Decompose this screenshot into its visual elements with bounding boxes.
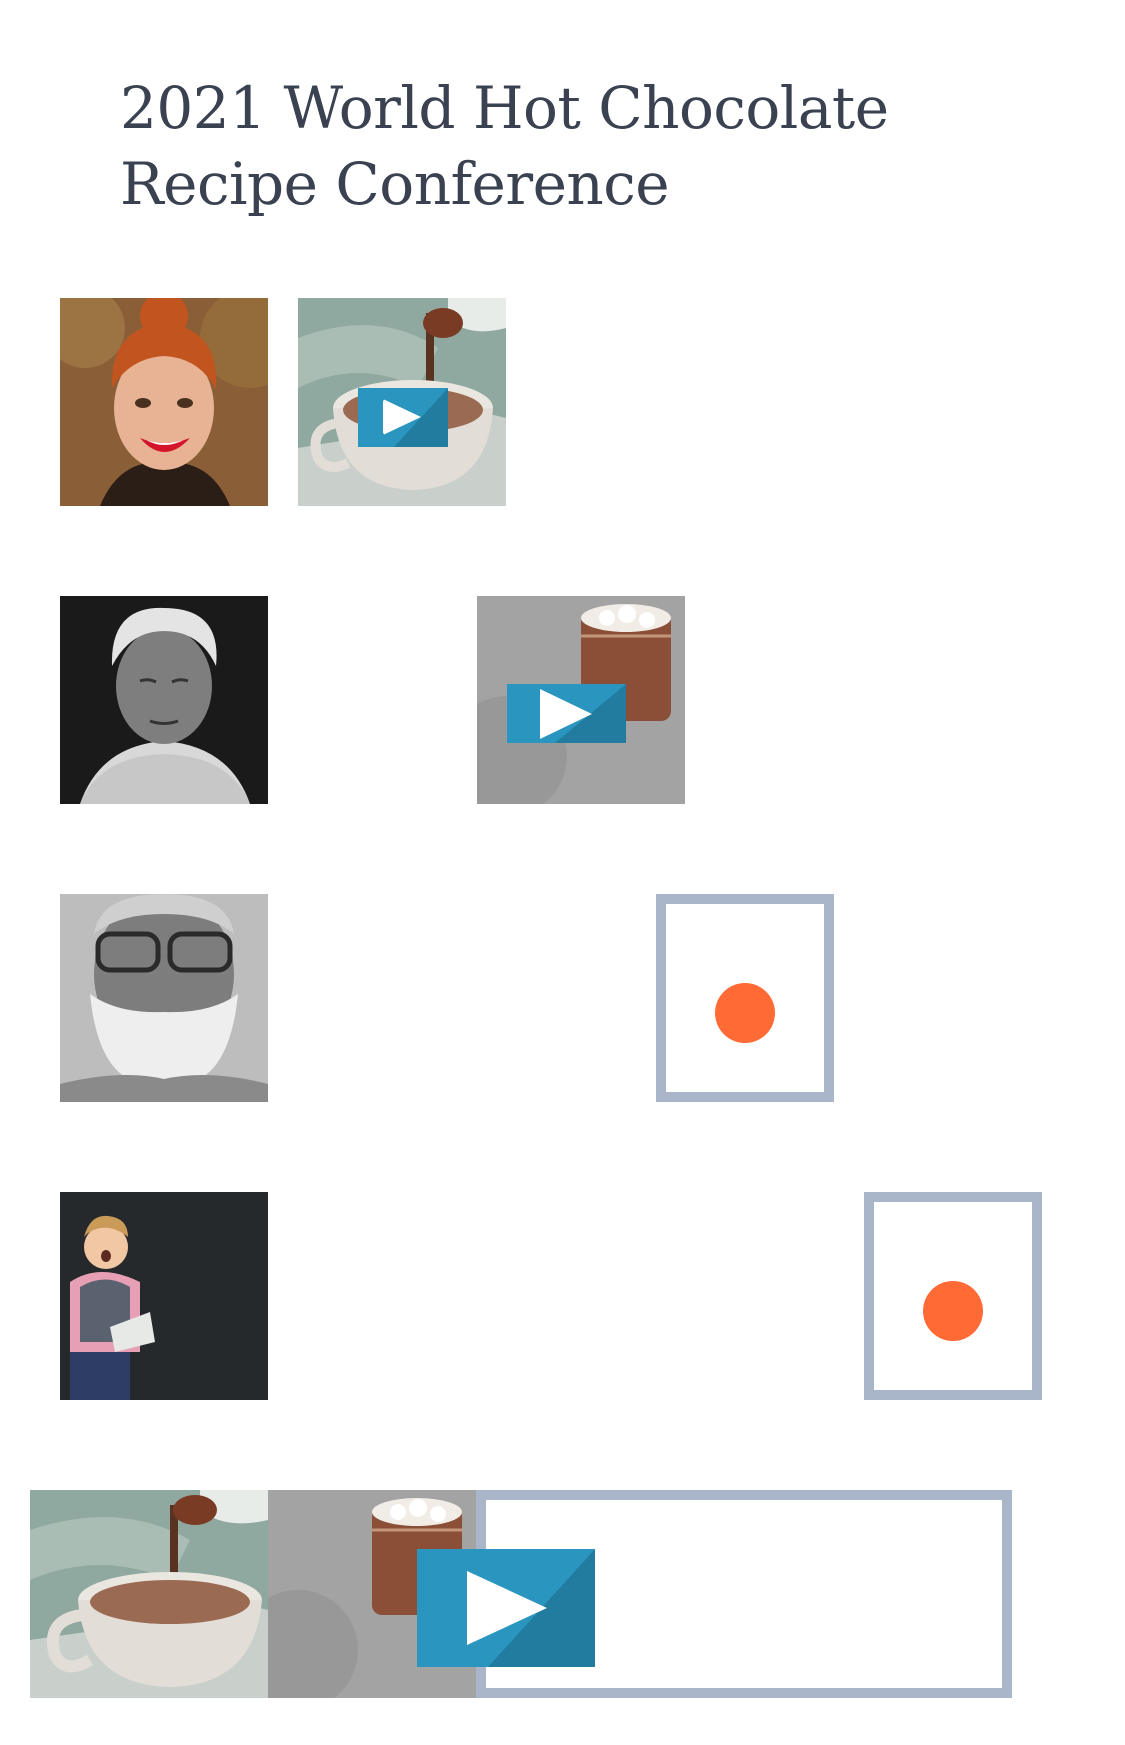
- speaker-photo-red-haired-woman[interactable]: [60, 298, 268, 506]
- play-button-large[interactable]: [417, 1549, 595, 1667]
- hot-chocolate-pour-image: [30, 1490, 268, 1698]
- placeholder-frame[interactable]: [656, 894, 834, 1102]
- placeholder-frame[interactable]: [864, 1192, 1042, 1400]
- video-thumbnail-jar-hot-chocolate[interactable]: [477, 596, 685, 804]
- video-thumbnail-hot-chocolate-pour[interactable]: [298, 298, 506, 506]
- play-button[interactable]: [507, 684, 626, 743]
- image-hot-chocolate-pour[interactable]: [30, 1490, 268, 1698]
- portrait-image: [60, 596, 268, 804]
- speaker-photo-bearded-man[interactable]: [60, 894, 268, 1102]
- portrait-image: [60, 1192, 268, 1400]
- play-button[interactable]: [358, 388, 448, 447]
- portrait-image: [60, 298, 268, 506]
- record-dot-icon: [715, 983, 775, 1043]
- title-line-1: 2021 World Hot Chocolate: [120, 74, 889, 142]
- page-title: 2021 World Hot Chocolate Recipe Conferen…: [120, 70, 889, 222]
- play-icon: [467, 1571, 547, 1645]
- speaker-photo-surprised-boy[interactable]: [60, 1192, 268, 1400]
- record-dot-icon: [923, 1281, 983, 1341]
- speaker-photo-elderly-woman[interactable]: [60, 596, 268, 804]
- play-icon: [383, 399, 421, 435]
- title-line-2: Recipe Conference: [120, 150, 670, 218]
- portrait-image: [60, 894, 268, 1102]
- play-icon: [540, 689, 592, 739]
